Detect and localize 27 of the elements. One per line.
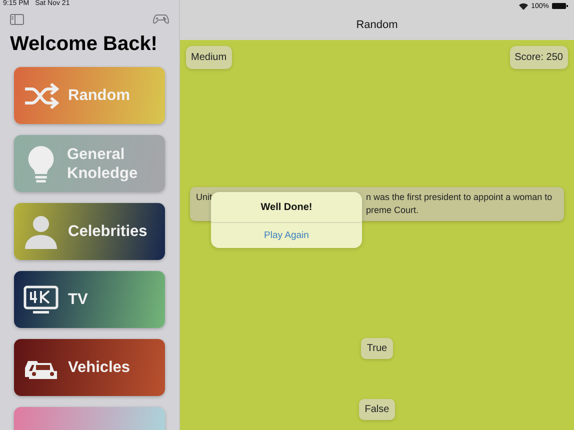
answer-button[interactable]: False (358, 399, 396, 420)
question-text: n was the first president to appoint a woman to (366, 191, 552, 204)
screen-title: Random (355, 19, 399, 31)
category-label: Random (68, 86, 130, 105)
category-card[interactable]: TV (14, 271, 165, 328)
person-icon (23, 214, 59, 250)
sidebar-toggle-icon[interactable] (10, 14, 24, 25)
category-label: General Knoledge (67, 144, 139, 182)
score-label: Score: 250 (510, 46, 568, 69)
category-card[interactable]: Celebrities (14, 203, 165, 260)
lightbulb-icon (26, 144, 54, 182)
difficulty-label: Medium (186, 46, 232, 69)
category-label: TV (68, 290, 88, 309)
game-controller-icon[interactable] (153, 14, 169, 24)
question-text: Unit (196, 191, 212, 204)
answer-button[interactable]: True (360, 338, 394, 359)
question-text: preme Court. (366, 204, 419, 217)
play-again-button[interactable]: Play Again (211, 222, 362, 248)
shuffle-icon (23, 82, 59, 108)
wifi-icon (519, 2, 528, 10)
tv-4k-icon (23, 284, 59, 314)
welcome-heading: Welcome Back! (10, 33, 158, 55)
category-label: Celebrities (68, 222, 148, 241)
category-label: Vehicles (68, 358, 130, 377)
alert-title: Well Done! (260, 201, 312, 215)
battery-icon (552, 3, 568, 9)
category-card[interactable]: Vehicles (14, 339, 165, 396)
